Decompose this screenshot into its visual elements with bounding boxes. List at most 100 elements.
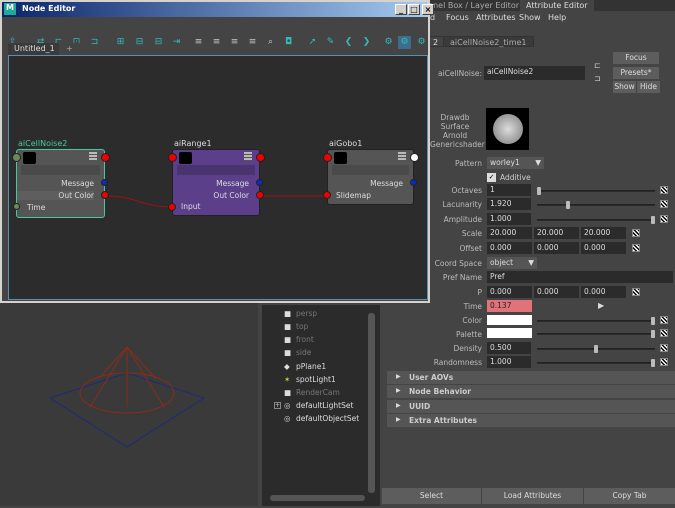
swatch-refresh-icon[interactable]: ⚙ — [415, 36, 428, 49]
frame-all-icon[interactable]: ⊞ — [114, 36, 127, 49]
swatch-icon[interactable]: ⚙ — [382, 36, 395, 49]
output-port[interactable] — [256, 153, 265, 162]
message-port[interactable] — [101, 179, 108, 186]
map-button-icon[interactable] — [660, 344, 668, 352]
load-attributes-button[interactable]: Load Attributes — [482, 488, 583, 504]
section-uuid[interactable]: UUID — [387, 400, 675, 413]
map-button-icon[interactable] — [632, 229, 640, 237]
menu-help[interactable]: Help — [548, 13, 566, 22]
randomness-slider-track[interactable] — [537, 362, 655, 364]
map-button-icon[interactable] — [632, 244, 640, 252]
maximize-button[interactable]: □ — [408, 4, 420, 15]
amplitude-field[interactable]: 1.000 — [487, 213, 531, 225]
output-port[interactable] — [410, 153, 419, 162]
next-icon[interactable]: ❯ — [360, 36, 373, 49]
offset-x-field[interactable]: 0.000 — [487, 242, 532, 254]
randomness-field[interactable]: 1.000 — [487, 356, 531, 368]
time-port[interactable] — [13, 203, 20, 210]
full-icon[interactable]: ≡ — [228, 36, 241, 49]
outliner-item-top[interactable]: ■ top — [284, 322, 308, 331]
tab-channel-box[interactable]: nnel Box / Layer Editor — [422, 0, 525, 11]
outliner-item-spotlight1[interactable]: ✶ spotLight1 — [284, 375, 336, 384]
output-icon[interactable]: ⊐ — [88, 36, 101, 49]
lacunarity-slider-handle[interactable] — [565, 201, 570, 209]
lacunarity-slider-track[interactable] — [537, 204, 655, 206]
input-connection-icon[interactable]: ⊏ — [594, 61, 601, 70]
input-port[interactable] — [12, 153, 21, 162]
vertical-scrollbar[interactable] — [368, 313, 375, 493]
outliner-item-defaultlightset[interactable]: ◎ defaultLightSet — [284, 401, 353, 410]
color-slider-track[interactable] — [537, 320, 655, 322]
palette-swatch[interactable] — [487, 328, 532, 338]
prev-icon[interactable]: ❮ — [342, 36, 355, 49]
edit-icon[interactable]: ✎ — [324, 36, 337, 49]
minimize-button[interactable]: _ — [395, 4, 407, 15]
octaves-slider-handle[interactable] — [537, 187, 541, 195]
outliner-item-persp[interactable]: ■ persp — [284, 309, 317, 318]
color-swatch[interactable] — [487, 315, 532, 325]
node-name-field[interactable] — [177, 165, 255, 175]
shader-swatch[interactable] — [486, 108, 529, 150]
p-x-field[interactable]: 0.000 — [487, 286, 532, 298]
output-connection-icon[interactable]: ⊐ — [594, 74, 601, 83]
amplitude-slider-handle[interactable] — [651, 216, 655, 224]
map-button-icon[interactable] — [660, 316, 668, 324]
p-y-field[interactable]: 0.000 — [534, 286, 579, 298]
search-icon[interactable]: ⌕ — [264, 36, 277, 49]
map-button-icon[interactable] — [660, 200, 668, 208]
node-menu-icon[interactable] — [89, 152, 97, 161]
custom-icon[interactable]: ≡ — [246, 36, 259, 49]
layout-icon[interactable]: ⊟ — [152, 36, 165, 49]
node-editor-title-bar[interactable]: M Node Editor _ □ × — [2, 2, 434, 17]
density-slider-handle[interactable] — [594, 345, 598, 353]
menu-focus[interactable]: Focus — [446, 13, 469, 22]
viewport-3d[interactable] — [0, 303, 258, 506]
node-name-field[interactable] — [332, 165, 409, 175]
outliner-item-rendercam[interactable]: ■ RenderCam — [284, 388, 340, 397]
connect-icon[interactable]: ⇥ — [170, 36, 183, 49]
map-button-icon[interactable] — [660, 358, 668, 366]
outliner-item-side[interactable]: ■ side — [284, 348, 311, 357]
close-button[interactable]: × — [422, 4, 434, 15]
map-button-icon[interactable] — [660, 186, 668, 194]
section-user-aovs[interactable]: User AOVs — [387, 371, 675, 384]
message-port[interactable] — [256, 179, 263, 186]
node-menu-icon[interactable] — [398, 152, 406, 161]
offset-z-field[interactable]: 0.000 — [581, 242, 626, 254]
additive-checkbox[interactable]: ✓ — [487, 173, 496, 182]
copy-tab-button[interactable]: Copy Tab — [584, 488, 675, 504]
select-button[interactable]: Select — [382, 488, 481, 504]
zoom-fit-icon[interactable]: ◘ — [282, 36, 295, 49]
density-field[interactable]: 0.500 — [487, 342, 531, 354]
map-button-icon[interactable] — [660, 329, 668, 337]
offset-y-field[interactable]: 0.000 — [534, 242, 579, 254]
presets-button[interactable]: Presets* — [613, 67, 659, 79]
add-tab-button[interactable]: + — [59, 43, 80, 55]
pref-name-field[interactable]: Pref — [487, 271, 673, 283]
palette-slider-track[interactable] — [537, 333, 655, 335]
p-z-field[interactable]: 0.000 — [581, 286, 626, 298]
color-slider-handle[interactable] — [651, 317, 655, 325]
message-port[interactable] — [410, 179, 417, 186]
frame-selected-icon[interactable]: ⊟ — [133, 36, 146, 49]
connection-icon[interactable]: ▶ — [598, 301, 604, 310]
horizontal-scrollbar[interactable] — [270, 495, 365, 501]
input-port[interactable] — [168, 153, 177, 162]
outliner-item-front[interactable]: ■ front — [284, 335, 314, 344]
palette-slider-handle[interactable] — [651, 330, 655, 338]
amplitude-slider-track[interactable] — [537, 219, 655, 221]
pattern-dropdown[interactable]: worley1 ▼ — [487, 157, 544, 169]
section-extra-attributes[interactable]: Extra Attributes — [387, 414, 675, 427]
outliner-item-defaultobjectset[interactable]: ◎ defaultObjectSet — [284, 414, 359, 423]
outliner-item-pplane1[interactable]: ◆ pPlane1 — [284, 362, 326, 371]
randomness-slider-handle[interactable] — [651, 359, 655, 367]
lacunarity-field[interactable]: 1.920 — [487, 198, 531, 210]
out-color-port[interactable] — [256, 191, 264, 199]
coord-space-dropdown[interactable]: object ▼ — [487, 257, 537, 269]
simple-icon[interactable]: ≡ — [192, 36, 205, 49]
node-tab-time1[interactable]: aiCellNoise2_time1 — [443, 36, 534, 47]
input-port[interactable] — [323, 153, 332, 162]
scale-y-field[interactable]: 20.000 — [534, 227, 579, 239]
connected-icon[interactable]: ≡ — [210, 36, 223, 49]
time-field[interactable]: 0.137 — [487, 300, 532, 312]
